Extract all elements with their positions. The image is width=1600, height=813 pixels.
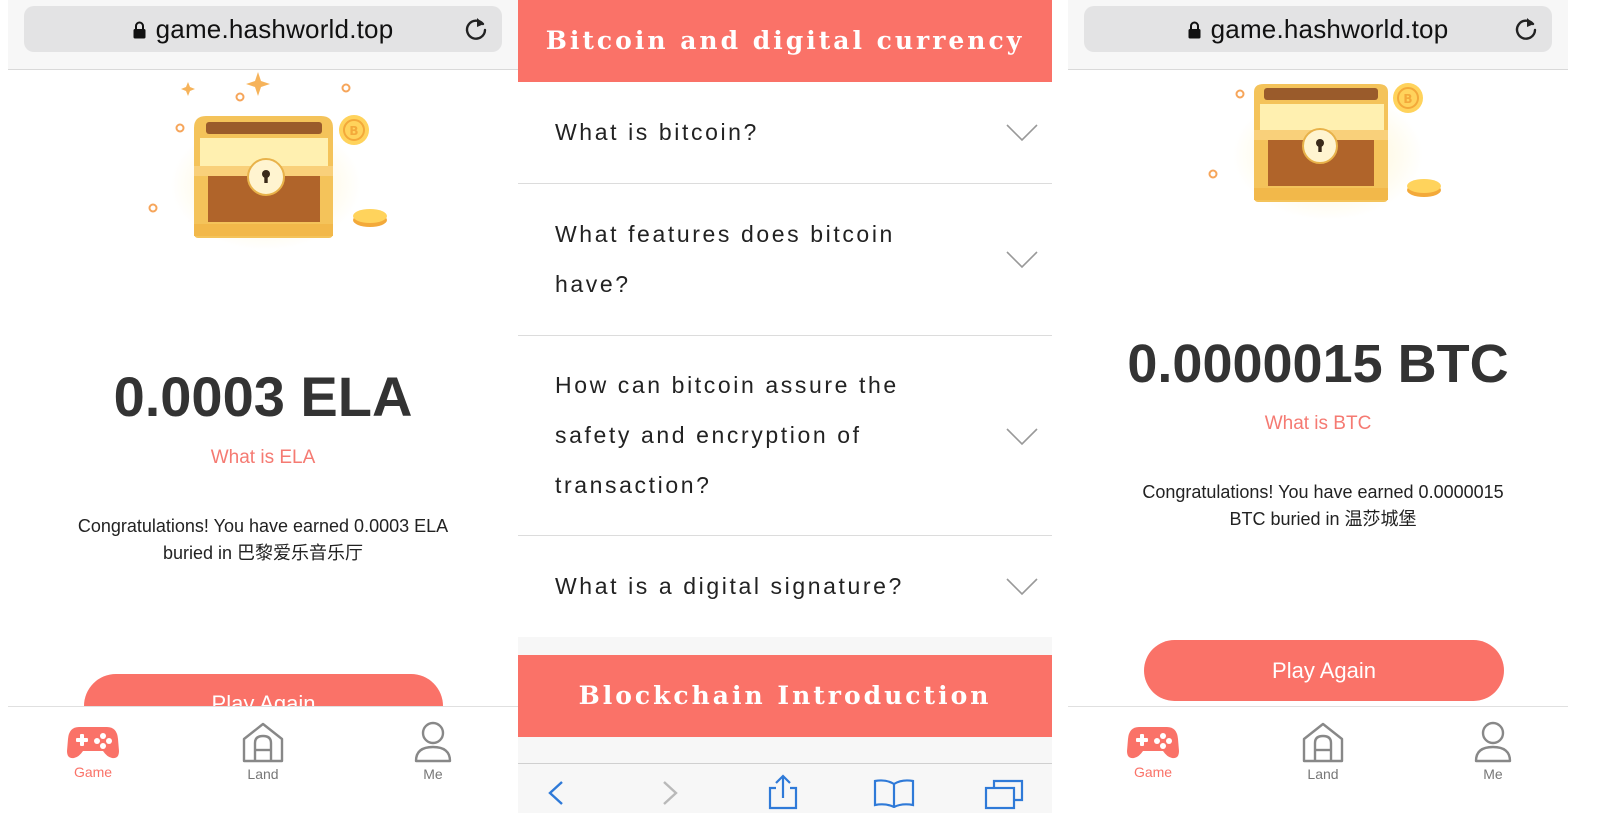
bottom-tab-bar: Game Land Me xyxy=(8,706,518,813)
tab-land-label: Land xyxy=(1307,766,1339,782)
url-text: game.hashworld.top xyxy=(155,13,394,44)
tab-game-label: Game xyxy=(73,764,113,780)
congrats-line-2: BTC buried in 温莎城堡 xyxy=(1229,509,1417,529)
bottom-tab-bar: Game Land Me xyxy=(1068,706,1568,813)
tab-me[interactable]: Me xyxy=(1453,721,1533,782)
tabs-icon[interactable] xyxy=(984,778,1026,810)
what-is-ela-link[interactable]: What is ELA xyxy=(8,447,518,469)
reward-amount: 0.0000015 BTC xyxy=(1127,334,1509,394)
what-is-btc-link[interactable]: What is BTC xyxy=(1068,413,1568,435)
section-header-blockchain[interactable]: Blockchain Introduction xyxy=(518,655,1052,737)
faq-question-line: What is bitcoin? xyxy=(555,119,759,145)
tab-me-label: Me xyxy=(423,766,443,782)
house-icon xyxy=(242,722,284,763)
faq-question-line: What features does bitcoin xyxy=(555,221,895,247)
share-icon[interactable] xyxy=(766,774,800,810)
url-field[interactable]: game.hashworld.top xyxy=(24,6,502,52)
play-again-button[interactable]: Play Again xyxy=(1144,640,1504,701)
reward-amount: 0.0003 ELA xyxy=(113,365,413,428)
tab-me-label: Me xyxy=(1483,766,1503,782)
congrats-line-1: Congratulations! You have earned 0.0003 … xyxy=(77,516,449,536)
congrats-line-1: Congratulations! You have earned 0.00000… xyxy=(1142,482,1504,502)
faq-item[interactable]: What features does bitcoin have? xyxy=(518,184,1052,336)
faq-question-line: transaction? xyxy=(555,472,712,498)
back-icon[interactable] xyxy=(546,778,566,808)
svg-text:B: B xyxy=(1403,92,1412,106)
tab-land-label: Land xyxy=(247,766,279,782)
lock-icon xyxy=(133,21,146,39)
faq-question: What features does bitcoin have? xyxy=(555,209,965,309)
faq-question-line: What is a digital signature? xyxy=(555,573,904,599)
url-field[interactable]: game.hashworld.top xyxy=(1084,6,1552,52)
treasure-chest-image: B xyxy=(148,72,387,250)
house-icon xyxy=(1302,722,1344,763)
reload-icon[interactable] xyxy=(1512,15,1540,43)
tab-land[interactable]: Land xyxy=(1283,721,1363,782)
tab-game-label: Game xyxy=(1133,764,1173,780)
treasure-chest-image: B xyxy=(1208,83,1441,220)
bookmarks-icon[interactable] xyxy=(872,778,916,808)
faq-question-line: have? xyxy=(555,271,631,297)
chevron-down-icon[interactable] xyxy=(1006,428,1038,446)
chevron-down-icon[interactable] xyxy=(1006,578,1038,596)
chevron-down-icon[interactable] xyxy=(1006,124,1038,142)
congrats-line-2: buried in 巴黎爱乐音乐厅 xyxy=(162,543,364,563)
browser-address-bar: game.hashworld.top xyxy=(1068,0,1568,70)
faq-item[interactable]: How can bitcoin assure the safety and en… xyxy=(518,336,1052,536)
game-screen-btc: game.hashworld.top B 0.0000015 BTC What … xyxy=(1068,0,1568,813)
tab-land[interactable]: Land xyxy=(223,721,303,782)
reload-icon[interactable] xyxy=(462,15,490,43)
svg-text:B: B xyxy=(349,124,358,138)
tab-game[interactable]: Game xyxy=(1113,721,1193,780)
faq-question: What is bitcoin? xyxy=(555,107,965,157)
gamepad-icon xyxy=(1127,727,1179,759)
tab-me[interactable]: Me xyxy=(393,721,473,782)
tab-game[interactable]: Game xyxy=(53,721,133,780)
faq-question-line: How can bitcoin assure the xyxy=(555,372,899,398)
forward-icon[interactable] xyxy=(660,778,680,808)
url-text: game.hashworld.top xyxy=(1210,13,1449,44)
faq-question: How can bitcoin assure the safety and en… xyxy=(555,360,965,510)
user-icon xyxy=(1474,721,1512,763)
user-icon xyxy=(414,721,452,763)
safari-toolbar xyxy=(518,763,1052,813)
lock-icon xyxy=(1188,21,1201,39)
browser-address-bar: game.hashworld.top xyxy=(8,0,518,70)
section-header-bitcoin[interactable]: Bitcoin and digital currency xyxy=(518,0,1052,82)
faq-item[interactable]: What is a digital signature? xyxy=(518,536,1052,637)
faq-question-line: safety and encryption of xyxy=(555,422,862,448)
faq-question: What is a digital signature? xyxy=(555,561,995,611)
chevron-down-icon[interactable] xyxy=(1006,251,1038,269)
play-again-label: Play Again xyxy=(1272,658,1376,683)
game-screen-ela: game.hashworld.top B 0.0003 ELA What is … xyxy=(8,0,518,813)
faq-item[interactable]: What is bitcoin? xyxy=(518,82,1052,184)
faq-screen: Bitcoin and digital currency What is bit… xyxy=(518,0,1052,813)
gamepad-icon xyxy=(67,727,119,759)
congrats-message: Congratulations! You have earned 0.0003 … xyxy=(48,513,478,567)
congrats-message: Congratulations! You have earned 0.00000… xyxy=(1108,479,1538,533)
